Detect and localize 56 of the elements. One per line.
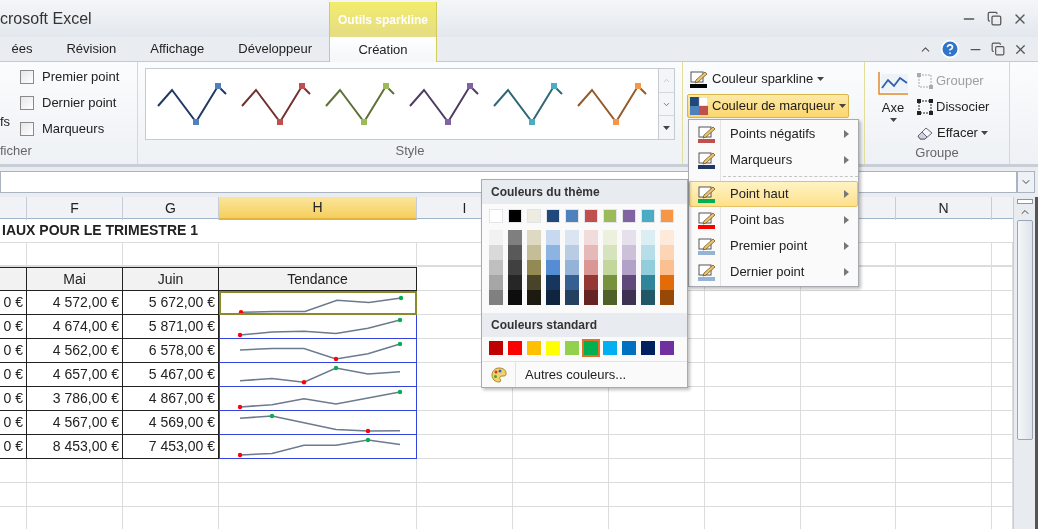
section-title: Couleurs du thème <box>482 180 687 204</box>
contextual-tab-header: Outils sparkline <box>329 2 437 37</box>
checkbox-label: Dernier point <box>42 93 117 112</box>
table-cell: 0 € <box>0 339 27 363</box>
color-menu-button[interactable]: Couleur de marqueur <box>687 94 849 118</box>
cut-option-label: fs <box>0 113 12 131</box>
menu-item[interactable]: Premier point <box>689 233 858 259</box>
sheet-title: IAUX POUR LE TRIMESTRE 1 <box>2 221 199 240</box>
ribbon-tab[interactable]: Développeur <box>221 37 329 61</box>
color-menu-button[interactable]: Couleur sparkline <box>687 67 828 91</box>
axis-button[interactable]: Axe <box>873 70 913 143</box>
table-cell: 0 € <box>0 411 27 435</box>
table-cell: 0 € <box>0 387 27 411</box>
table-header-cell: Juin <box>123 267 219 291</box>
table-cell: 3 786,00 € <box>27 387 123 411</box>
ribbon-tab[interactable]: Création <box>329 37 437 62</box>
table-cell: 6 578,00 € <box>123 339 219 363</box>
group-label: Style <box>395 141 425 160</box>
table-cell: 5 467,00 € <box>123 363 219 387</box>
group-label: ficher <box>0 141 33 160</box>
ribbon-tab[interactable]: Révision <box>49 37 134 61</box>
checkbox-label: Premier point <box>42 67 120 86</box>
group-action-button[interactable]: Dissocier <box>917 96 990 117</box>
window-title: crosoft Excel <box>0 8 92 29</box>
section-title: Couleurs standard <box>482 313 687 337</box>
table-cell: 4 674,00 € <box>27 315 123 339</box>
menu-item[interactable]: Dernier point <box>689 259 858 285</box>
table-cell: 4 562,00 € <box>27 339 123 363</box>
table-cell: 8 453,00 € <box>27 435 123 459</box>
table-cell: 4 567,00 € <box>27 411 123 435</box>
table-cell: 0 € <box>0 315 27 339</box>
menu-item[interactable]: Points négatifs <box>689 121 858 147</box>
table-cell: 5 672,00 € <box>123 291 219 315</box>
ribbon-tab[interactable]: ées <box>0 37 50 61</box>
table-cell: 4 569,00 € <box>123 411 219 435</box>
table-cell: 0 € <box>0 363 27 387</box>
column-header[interactable]: F <box>27 197 123 220</box>
table-cell: 4 867,00 € <box>123 387 219 411</box>
table-header-cell: Mai <box>27 267 123 291</box>
table-cell: 0 € <box>0 291 27 315</box>
menu-item[interactable]: Marqueurs <box>689 147 858 173</box>
checkbox-label: Marqueurs <box>42 119 105 138</box>
column-header[interactable]: N <box>896 197 992 220</box>
table-cell: 4 657,00 € <box>27 363 123 387</box>
table-cell: 0 € <box>0 435 27 459</box>
menu-item[interactable]: Point bas <box>689 207 858 233</box>
menu-item[interactable]: Point haut <box>689 181 858 207</box>
ribbon-tab[interactable]: Affichage <box>133 37 222 61</box>
table-cell: 4 572,00 € <box>27 291 123 315</box>
table-cell: 7 453,00 € <box>123 435 219 459</box>
table-cell: 5 871,00 € <box>123 315 219 339</box>
group-label: Groupe <box>915 144 959 162</box>
group-action-button[interactable]: Effacer <box>917 122 990 143</box>
column-header[interactable]: H <box>219 197 417 220</box>
more-colors-link[interactable]: Autres couleurs... <box>525 364 627 385</box>
table-header-cell: Tendance <box>219 267 417 291</box>
